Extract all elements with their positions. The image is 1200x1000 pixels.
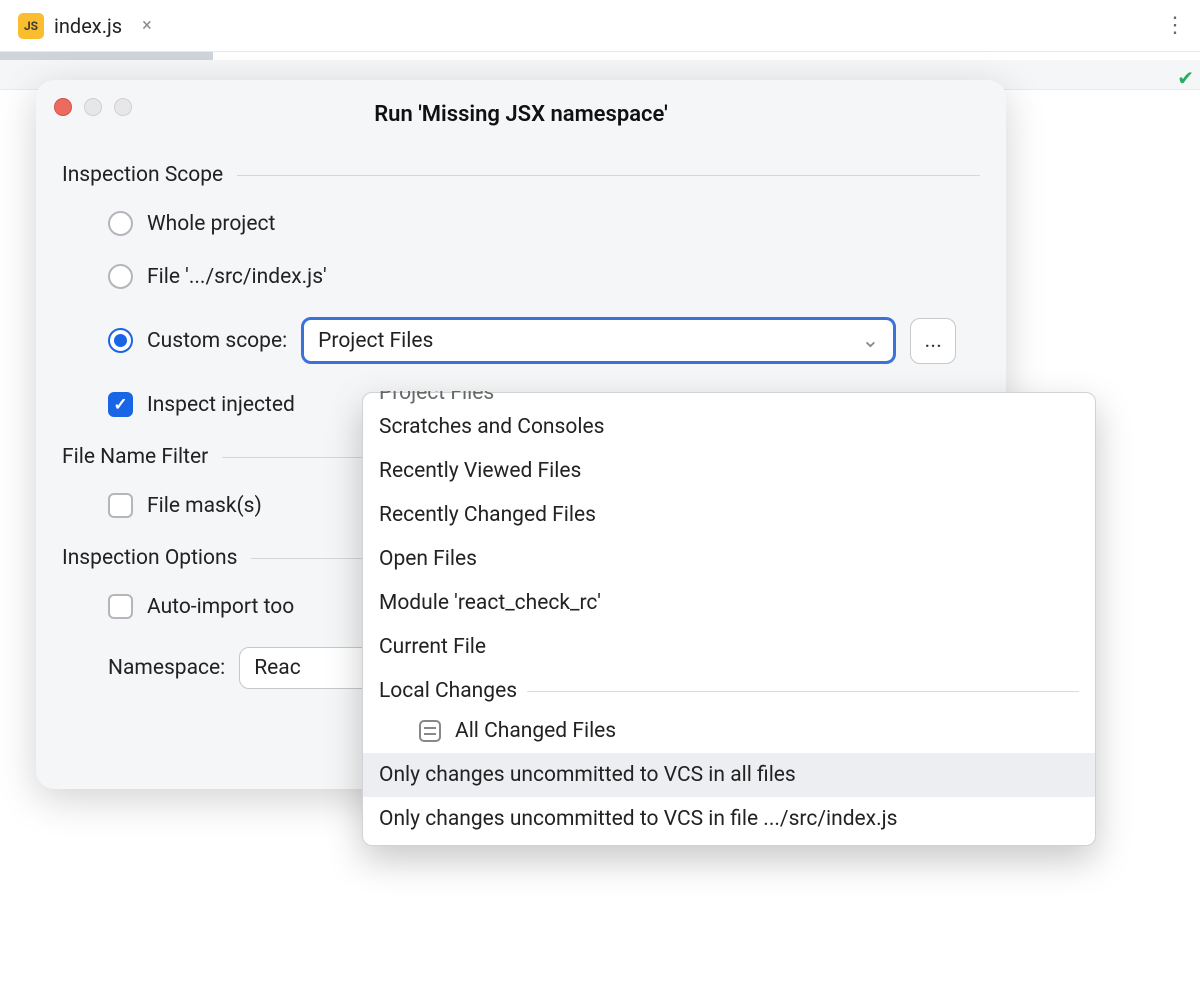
dropdown-item-module[interactable]: Module 'react_check_rc' <box>363 581 1095 625</box>
window-minimize-icon[interactable] <box>84 98 102 116</box>
checkbox-inspect-injected[interactable] <box>108 392 133 417</box>
window-close-icon[interactable] <box>54 98 72 116</box>
divider <box>237 175 980 176</box>
dropdown-item-label: All Changed Files <box>455 719 616 743</box>
checkbox-label: Auto-import too <box>147 595 294 619</box>
radio-row-whole-project[interactable]: Whole project <box>108 211 980 236</box>
section-inspection-scope: Inspection Scope Whole project File '...… <box>62 163 980 417</box>
radio-row-custom-scope[interactable]: Custom scope: Project Files ⌄ ... <box>108 317 980 364</box>
checkbox-label: File mask(s) <box>147 494 262 518</box>
tab-underline <box>0 52 213 60</box>
more-icon[interactable]: ⋮ <box>1158 7 1192 44</box>
dropdown-item-all-changed[interactable]: All Changed Files <box>363 709 1095 753</box>
editor-tab-bar: JS index.js × ⋮ <box>0 0 1200 52</box>
radio-label: Whole project <box>147 212 275 236</box>
dropdown-item-scratches[interactable]: Scratches and Consoles <box>363 405 1095 449</box>
dropdown-item-recently-changed[interactable]: Recently Changed Files <box>363 493 1095 537</box>
section-label: Inspection Scope <box>62 163 223 187</box>
scope-dropdown[interactable]: Project Files Scratches and Consoles Rec… <box>362 392 1096 846</box>
checkbox-auto-import[interactable] <box>108 594 133 619</box>
dropdown-item-open-files[interactable]: Open Files <box>363 537 1095 581</box>
radio-whole-project[interactable] <box>108 211 133 236</box>
radio-row-file[interactable]: File '.../src/index.js' <box>108 264 980 289</box>
radio-label: Custom scope: <box>147 329 287 353</box>
dialog-title: Run 'Missing JSX namespace' <box>62 102 980 127</box>
combobox-value: Project Files <box>318 329 433 353</box>
chevron-down-icon: ⌄ <box>862 328 880 353</box>
dropdown-item-uncommitted-all[interactable]: Only changes uncommitted to VCS in all f… <box>363 753 1095 797</box>
scope-edit-button[interactable]: ... <box>910 318 956 364</box>
js-file-icon: JS <box>18 13 44 39</box>
dropdown-item-partial[interactable]: Project Files <box>363 391 1095 405</box>
dropdown-group-local-changes: Local Changes <box>363 669 1095 709</box>
checkbox-file-mask[interactable] <box>108 493 133 518</box>
dropdown-item-current-file[interactable]: Current File <box>363 625 1095 669</box>
section-label: File Name Filter <box>62 445 208 469</box>
changes-icon <box>419 720 441 742</box>
editor-tab[interactable]: JS index.js × <box>8 7 162 45</box>
close-icon[interactable]: × <box>142 15 152 36</box>
window-zoom-icon[interactable] <box>114 98 132 116</box>
namespace-label: Namespace: <box>108 656 225 680</box>
check-ok-icon: ✔ <box>1177 66 1194 90</box>
checkbox-label: Inspect injected <box>147 393 295 417</box>
tab-label: index.js <box>54 14 122 38</box>
radio-file[interactable] <box>108 264 133 289</box>
section-label: Inspection Options <box>62 546 237 570</box>
group-label: Local Changes <box>379 679 517 703</box>
scope-combobox[interactable]: Project Files ⌄ <box>301 317 896 364</box>
window-controls[interactable] <box>54 98 132 116</box>
dropdown-item-recently-viewed[interactable]: Recently Viewed Files <box>363 449 1095 493</box>
dropdown-item-uncommitted-file[interactable]: Only changes uncommitted to VCS in file … <box>363 797 1095 841</box>
radio-label: File '.../src/index.js' <box>147 265 327 289</box>
divider <box>527 691 1079 692</box>
radio-custom-scope[interactable] <box>108 328 133 353</box>
